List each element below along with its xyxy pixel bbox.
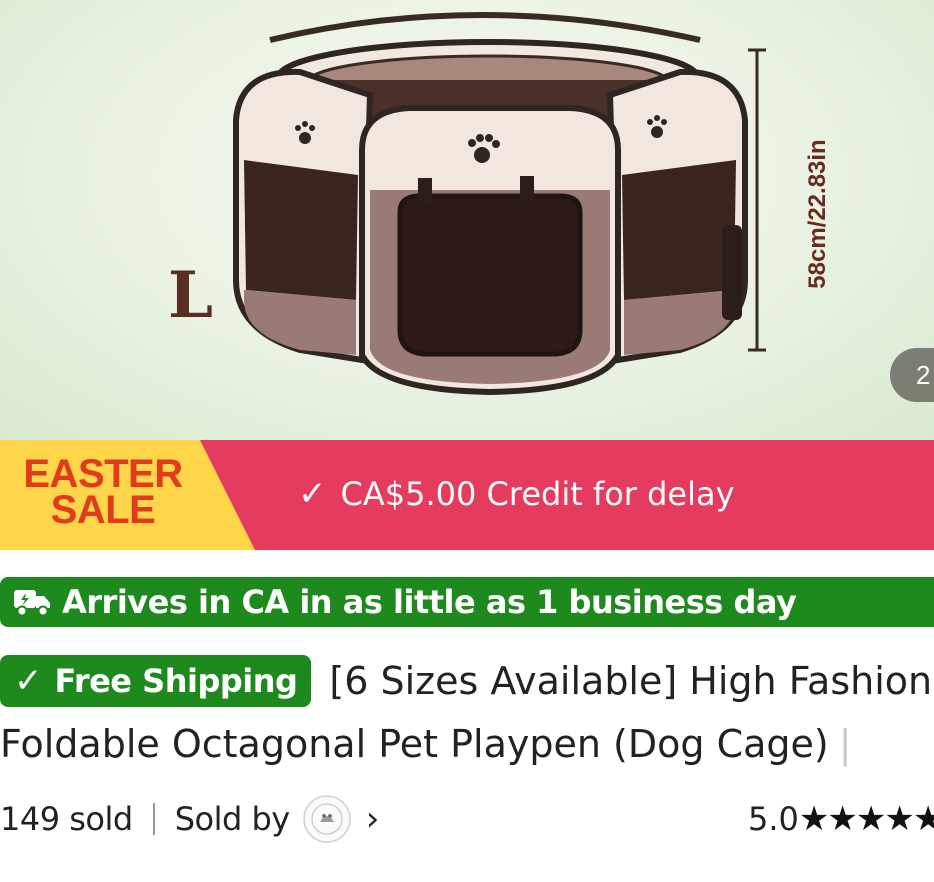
rating-value: 5.0 xyxy=(748,800,799,838)
seller-logo-icon xyxy=(302,795,351,843)
sold-by-link[interactable]: Sold by › xyxy=(175,794,379,844)
easter-sale-badge: EASTER SALE xyxy=(0,440,255,550)
playpen-illustration xyxy=(233,12,766,396)
check-icon: ✓ xyxy=(298,474,327,514)
fast-truck-icon xyxy=(14,590,50,617)
check-icon: ✓ xyxy=(14,661,43,701)
height-dimension-label: 58cm/22.83in xyxy=(804,139,831,289)
delay-credit: ✓ CA$5.00 Credit for delay xyxy=(298,474,735,514)
rating-stars-icon: ★★★★★ xyxy=(798,799,934,839)
sold-count: 149 sold xyxy=(0,800,133,838)
rating[interactable]: 5.0 ★★★★★ xyxy=(748,794,934,844)
sold-by-label: Sold by xyxy=(174,800,291,838)
arrival-text: Arrives in CA in as little as 1 business… xyxy=(62,583,797,621)
sale-banner[interactable]: EASTER SALE ✓ CA$5.00 Credit for delay xyxy=(0,440,934,550)
delay-credit-text: CA$5.00 Credit for delay xyxy=(340,475,735,513)
chevron-right-icon: › xyxy=(365,799,380,839)
size-label: L xyxy=(168,258,213,333)
product-meta-row: 149 sold Sold by › 5.0 ★★★★★ xyxy=(0,794,934,844)
easter-badge-line1: EASTER xyxy=(23,452,183,496)
arrival-banner[interactable]: Arrives in CA in as little as 1 business… xyxy=(0,577,934,627)
easter-badge-line2: SALE xyxy=(50,488,156,532)
free-shipping-label: Free Shipping xyxy=(54,662,298,700)
product-title-text: [6 Sizes Available] High Fashion xyxy=(329,659,933,703)
free-shipping-badge: ✓ Free Shipping xyxy=(0,655,312,707)
product-title-line1: ✓ Free Shipping [6 Sizes Available] High… xyxy=(0,655,932,707)
product-title-text-2: Foldable Octagonal Pet Playpen (Dog Cage… xyxy=(0,722,829,766)
product-title-line2: Foldable Octagonal Pet Playpen (Dog Cage… xyxy=(0,722,852,766)
title-separator: | xyxy=(838,722,852,766)
product-image[interactable]: L 58cm/22.83in 2 xyxy=(0,0,934,440)
divider xyxy=(152,803,155,835)
